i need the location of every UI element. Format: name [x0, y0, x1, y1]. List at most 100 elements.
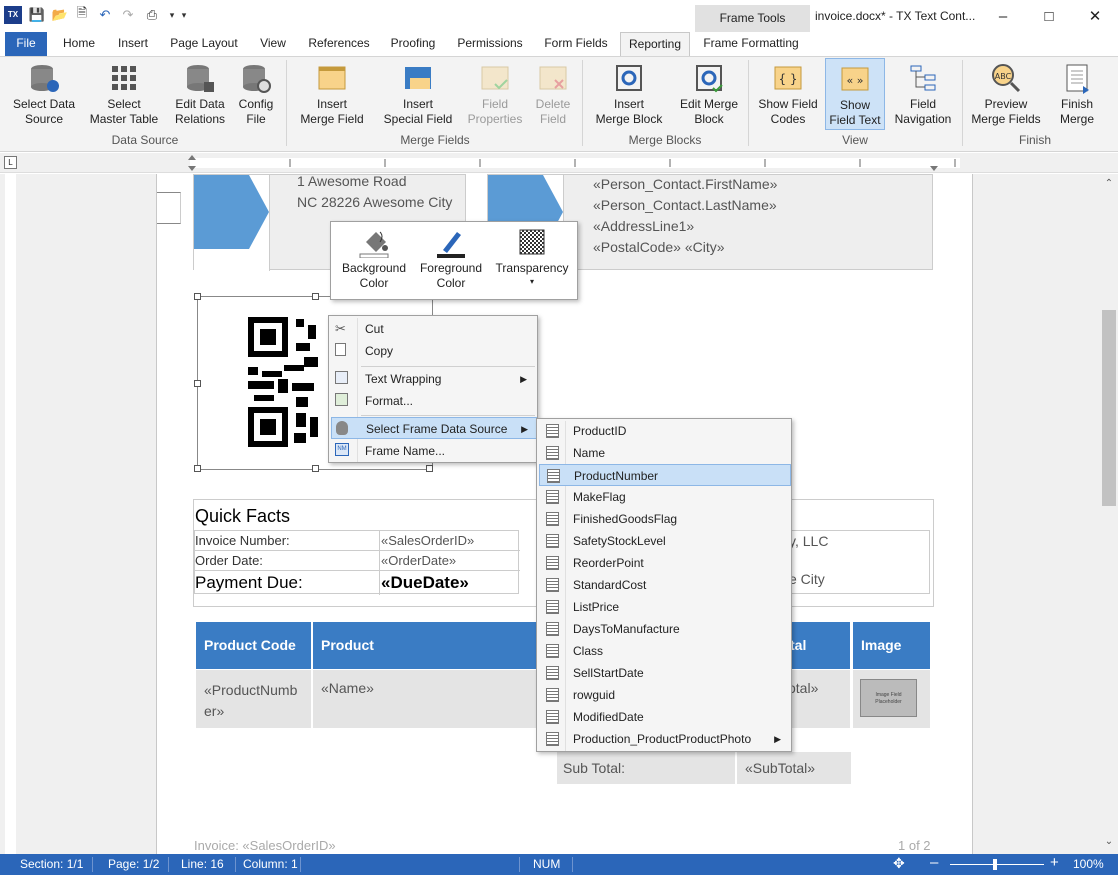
submenu-item-class[interactable]: Class	[539, 640, 789, 662]
menu-item-copy[interactable]: Copy	[331, 340, 535, 362]
finish-merge-button[interactable]: Finish Merge	[1048, 58, 1106, 127]
insert-merge-block-button[interactable]: Insert Merge Block	[588, 58, 670, 127]
zoom-out-button[interactable]: –	[930, 854, 938, 871]
zoom-slider-thumb[interactable]	[993, 859, 997, 870]
tab-selector-icon[interactable]: L	[4, 156, 17, 169]
svg-text:{ }: { }	[778, 72, 797, 86]
submenu-item-listprice[interactable]: ListPrice	[539, 596, 789, 618]
tab-file[interactable]: File	[5, 32, 47, 56]
table-column-icon	[546, 490, 559, 504]
show-field-text-button[interactable]: « » Show Field Text	[825, 58, 885, 130]
frame-handle[interactable]	[426, 465, 433, 472]
tab-page-layout[interactable]: Page Layout	[164, 32, 244, 56]
submenu-item-name[interactable]: Name	[539, 442, 789, 464]
tab-view[interactable]: View	[252, 32, 294, 56]
submenu-item-makeflag[interactable]: MakeFlag	[539, 486, 789, 508]
field-properties-label: Field Properties	[467, 97, 523, 126]
save-icon[interactable]: 💾	[28, 6, 46, 24]
frame-handle[interactable]	[312, 465, 319, 472]
scroll-up-icon[interactable]: ⌃	[1102, 178, 1116, 192]
horizontal-ruler[interactable]: L	[0, 153, 1118, 173]
tab-frame-formatting[interactable]: Frame Formatting	[696, 32, 806, 56]
header-product-code: Product Code	[204, 637, 296, 653]
zoom-slider[interactable]	[950, 859, 1044, 870]
submenu-item-daystomanufacture[interactable]: DaysToManufacture	[539, 618, 789, 640]
submenu-item-productid[interactable]: ProductID	[539, 420, 789, 442]
submenu-item-reorderpoint[interactable]: ReorderPoint	[539, 552, 789, 574]
edit-data-relations-button[interactable]: Edit Data Relations	[168, 58, 232, 127]
submenu-item-sellstartdate[interactable]: SellStartDate	[539, 662, 789, 684]
redo-icon[interactable]: ↷	[119, 6, 137, 24]
menu-item-frame-name[interactable]: NM Frame Name...	[331, 440, 535, 462]
zoom-in-button[interactable]: +	[1050, 854, 1059, 871]
config-file-button[interactable]: Config File	[234, 58, 278, 127]
menu-item-select-frame-data-source[interactable]: Select Frame Data Source ▶	[331, 417, 537, 439]
frame-handle[interactable]	[194, 293, 201, 300]
vertical-scrollbar[interactable]	[1100, 174, 1118, 854]
edit-merge-block-button[interactable]: Edit Merge Block	[674, 58, 744, 127]
new-icon[interactable]: 🗎	[73, 5, 91, 24]
status-separator	[168, 857, 169, 872]
status-page: Page: 1/2	[108, 857, 160, 871]
view-mode-icon[interactable]: ✥	[893, 855, 905, 872]
table-column-icon	[546, 534, 559, 548]
field-navigation-button[interactable]: Field Navigation	[890, 58, 956, 127]
submenu-item-standardcost[interactable]: StandardCost	[539, 574, 789, 596]
submenu-item-safetystocklevel[interactable]: SafetyStockLevel	[539, 530, 789, 552]
tab-proofing[interactable]: Proofing	[384, 32, 442, 56]
tab-permissions[interactable]: Permissions	[450, 32, 530, 56]
undo-icon[interactable]: ↶	[96, 6, 114, 24]
delete-field-button[interactable]: Delete Field	[528, 58, 578, 127]
tab-insert[interactable]: Insert	[110, 32, 156, 56]
background-color-button[interactable]: Background Color	[339, 226, 409, 296]
table-column-icon	[546, 512, 559, 526]
field-properties-icon	[479, 62, 511, 94]
maximize-button[interactable]: □	[1026, 0, 1072, 32]
menu-item-cut[interactable]: ✂ Cut	[331, 318, 535, 340]
foreground-color-button[interactable]: Foreground Color	[415, 226, 487, 296]
select-data-source-label: Select Data Source	[12, 97, 76, 126]
vertical-ruler[interactable]	[0, 174, 22, 854]
foreground-color-label: Foreground Color	[419, 261, 483, 290]
fact-label: Invoice Number:	[195, 533, 290, 548]
close-button[interactable]: ✕	[1072, 0, 1118, 32]
tab-references[interactable]: References	[302, 32, 376, 56]
submenu-item-finishedgoodsflag[interactable]: FinishedGoodsFlag	[539, 508, 789, 530]
group-separator	[286, 60, 287, 146]
minimize-button[interactable]: –	[980, 0, 1026, 32]
select-data-source-button[interactable]: Select Data Source	[6, 58, 82, 127]
customize-toolbar-icon[interactable]: ▾	[175, 6, 193, 24]
open-icon[interactable]: 📂	[51, 6, 69, 24]
submenu-item-production-productproductphoto[interactable]: Production_ProductProductPhoto ▶	[539, 728, 789, 750]
submenu-arrow-icon: ▶	[774, 734, 781, 744]
config-file-label: Config File	[238, 97, 274, 126]
table-row: «ProductNumb er»	[196, 670, 311, 728]
submenu-item-rowguid[interactable]: rowguid	[539, 684, 789, 706]
submenu-item-modifieddate[interactable]: ModifiedDate	[539, 706, 789, 728]
scroll-down-icon[interactable]: ⌄	[1102, 836, 1116, 850]
delete-field-label: Delete Field	[535, 97, 571, 126]
menu-item-text-wrapping[interactable]: Text Wrapping ▶	[331, 368, 535, 390]
menu-item-format[interactable]: Format...	[331, 390, 535, 412]
app-icon[interactable]: TX	[4, 6, 22, 24]
tab-reporting[interactable]: Reporting	[620, 32, 690, 57]
preview-merge-fields-button[interactable]: ABC Preview Merge Fields	[968, 58, 1044, 127]
scrollbar-thumb[interactable]	[1102, 310, 1116, 506]
transparency-button[interactable]: Transparency ▾	[491, 226, 573, 296]
database-icon	[336, 421, 348, 435]
insert-merge-field-button[interactable]: Insert Merge Field	[292, 58, 372, 127]
frame-handle[interactable]	[194, 380, 201, 387]
menu-separator	[361, 366, 535, 367]
tab-form-fields[interactable]: Form Fields	[538, 32, 614, 56]
tab-home[interactable]: Home	[56, 32, 102, 56]
frame-handle[interactable]	[194, 465, 201, 472]
select-master-table-button[interactable]: Select Master Table	[86, 58, 162, 127]
table-column-icon	[546, 710, 559, 724]
insert-special-field-button[interactable]: Insert Special Field	[376, 58, 460, 127]
submenu-item-productnumber[interactable]: ProductNumber	[539, 464, 791, 486]
field-properties-button[interactable]: Field Properties	[466, 58, 524, 127]
scissors-icon: ✂	[335, 321, 346, 336]
show-field-codes-button[interactable]: { } Show Field Codes	[754, 58, 822, 127]
frame-handle[interactable]	[312, 293, 319, 300]
print-icon[interactable]: ⎙	[143, 6, 161, 24]
